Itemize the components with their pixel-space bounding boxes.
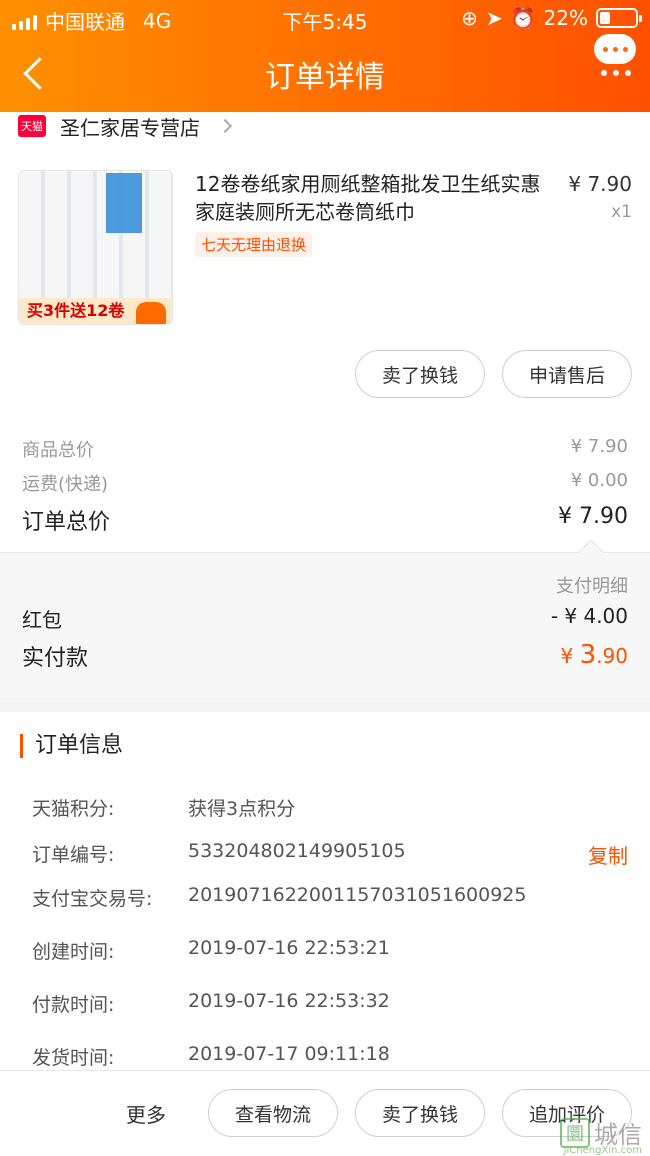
return-policy-tag: 七天无理由退换 (195, 232, 313, 257)
shipping-value: ¥ 0.00 (570, 470, 628, 491)
goods-total-row: 商品总价 ¥ 7.90 (22, 436, 628, 462)
battery-icon (596, 8, 642, 28)
watermark-logo: 圜 (560, 1117, 590, 1148)
order-info-title: 订单信息 (20, 734, 123, 758)
paid-label: 实付款 (22, 646, 89, 671)
product-thumbnail[interactable]: 买3件送12卷 (18, 170, 173, 325)
sell-bottom-button[interactable]: 卖了换钱 (355, 1089, 485, 1137)
goods-total-value: ¥ 7.90 (570, 436, 628, 457)
info-row-alipay-trade: 支付宝交易号: 2019071622001157031051600925 (32, 884, 527, 910)
after-sale-button[interactable]: 申请售后 (502, 350, 632, 398)
alarm-icon: ⏰ (510, 6, 536, 30)
order-total-label: 订单总价 (22, 510, 111, 535)
product-title[interactable]: 12卷卷纸家用厕纸整箱批发卫生纸实惠家庭装厕所无芯卷筒纸巾 (195, 170, 545, 226)
goods-total-label: 商品总价 (22, 440, 94, 461)
redpacket-label: 红包 (22, 608, 62, 632)
info-row-points: 天猫积分: 获得3点积分 (32, 798, 296, 820)
paid-value: ¥ 3.90 (560, 640, 628, 670)
view-logistics-button[interactable]: 查看物流 (208, 1089, 338, 1137)
chat-bubble-icon (594, 34, 636, 64)
paid-row: 实付款 ¥ 3.90 (22, 640, 628, 672)
shipping-row: 运费(快递) ¥ 0.00 (22, 470, 628, 496)
battery-percent: 22% (543, 6, 588, 30)
more-dots-icon (594, 70, 638, 76)
order-total-row: 订单总价 ¥ 7.90 (22, 504, 628, 536)
redpacket-value: - ¥ 4.00 (550, 604, 628, 628)
order-info-card: 订单信息 天猫积分: 获得3点积分 订单编号: 5332048021499051… (0, 712, 650, 1070)
bottom-action-bar: 更多 查看物流 卖了换钱 追加评价 圜 城信 JiChengXin.com (0, 1070, 650, 1156)
status-bar: 中国联通 4G 下午5:45 ⊕ ➤ ⏰ 22% (0, 0, 650, 36)
app-header: 中国联通 4G 下午5:45 ⊕ ➤ ⏰ 22% 订单详情 (0, 0, 650, 112)
copy-button[interactable]: 复制 (588, 840, 628, 869)
shop-name: 圣仁家居专营店 (60, 115, 200, 140)
payment-detail-link[interactable]: 支付明细 (556, 572, 628, 598)
info-row-created: 创建时间: 2019-07-16 22:53:21 (32, 937, 390, 963)
info-row-shipped: 发货时间: 2019-07-17 09:11:18 (32, 1043, 390, 1069)
shipping-label: 运费(快递) (22, 474, 109, 495)
tmall-logo: 天猫 (18, 115, 46, 137)
shop-link[interactable]: 天猫 圣仁家居专营店 (18, 112, 233, 140)
product-price: ¥ 7.90 (568, 172, 632, 196)
more-button[interactable]: 更多 (126, 1099, 166, 1128)
watermark: 圜 城信 JiChengXin.com (560, 1115, 642, 1156)
location-icon: ➤ (485, 6, 503, 30)
sell-button[interactable]: 卖了换钱 (355, 350, 485, 398)
product-quantity: x1 (611, 202, 632, 222)
info-row-order-number: 订单编号: 533204802149905105 复制 (32, 840, 628, 869)
payment-detail-panel: 支付明细 红包 - ¥ 4.00 实付款 ¥ 3.90 (0, 539, 650, 698)
redpacket-row: 红包 - ¥ 4.00 (22, 604, 628, 633)
info-row-paid-time: 付款时间: 2019-07-16 22:53:32 (32, 990, 390, 1016)
order-total-value: ¥ 7.90 (558, 504, 628, 529)
lock-rotation-icon: ⊕ (461, 6, 478, 30)
message-button[interactable] (594, 34, 638, 80)
page-title: 订单详情 (265, 60, 385, 95)
order-card: 天猫 圣仁家居专营店 买3件送12卷 12卷卷纸家用厕纸整箱批发卫生纸实惠家庭装… (0, 112, 650, 698)
chevron-right-icon (217, 118, 233, 134)
